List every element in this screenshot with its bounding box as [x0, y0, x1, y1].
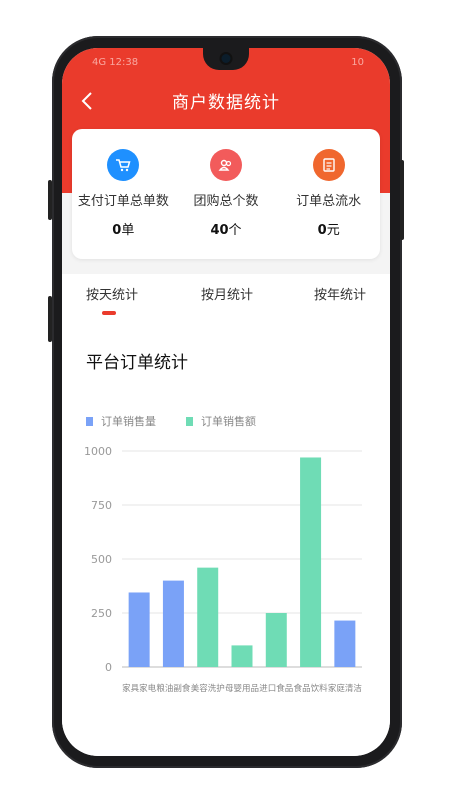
x-tick-label: 进口食品 [259, 683, 293, 694]
stat-label: 订单总流水 [296, 194, 362, 209]
y-tick-label: 500 [91, 553, 112, 566]
y-tick-label: 750 [91, 499, 112, 512]
app-screen: 4G 12:38 10 商户数据统计 支付订单总单数 0单 团购总个数 40个 [62, 48, 390, 756]
nav-bar: 商户数据统计 [62, 80, 390, 120]
cart-icon [107, 149, 140, 181]
bar [265, 613, 287, 667]
y-tick-label: 250 [91, 607, 112, 620]
period-tabs: 按天统计 按月统计 按年统计 [62, 274, 390, 324]
stat-paid-orders[interactable]: 支付订单总单数 0单 [72, 129, 175, 259]
tab-month[interactable]: 按月统计 [201, 284, 253, 303]
chart-legend: 订单销售量 订单销售额 [86, 413, 286, 429]
legend-swatch [186, 416, 193, 426]
x-tick-label: 美容洗护 [191, 683, 225, 694]
tab-day[interactable]: 按天统计 [86, 284, 138, 303]
ledger-icon [312, 149, 345, 181]
tab-active-indicator [102, 311, 116, 315]
bar [197, 567, 219, 667]
y-tick-label: 0 [105, 661, 112, 674]
legend-item[interactable]: 订单销售量 [86, 413, 156, 429]
x-tick-label: 食品饮料 [294, 683, 329, 694]
volume-button [48, 180, 52, 220]
legend-swatch [86, 416, 93, 426]
group-icon [210, 149, 242, 181]
x-tick-label: 家庭清洁 [328, 683, 363, 694]
summary-card: 支付订单总单数 0单 团购总个数 40个 订单总流水 0元 [72, 129, 380, 259]
legend-label: 订单销售量 [101, 415, 156, 428]
bar [128, 592, 150, 667]
x-tick-label: 粮油副食 [156, 683, 191, 694]
power-button [48, 296, 52, 342]
status-left: 4G 12:38 [92, 56, 139, 68]
chart-title: 平台订单统计 [86, 353, 188, 373]
stat-value: 0单 [112, 223, 135, 238]
side-key [400, 160, 404, 240]
legend-item[interactable]: 订单销售额 [186, 413, 256, 429]
x-tick-label: 家具家电 [122, 683, 157, 694]
y-tick-label: 1000 [84, 445, 112, 458]
stat-label: 团购总个数 [193, 194, 259, 209]
page-title: 商户数据统计 [172, 93, 280, 113]
bar [162, 580, 184, 667]
chart-card: 平台订单统计 订单销售量 订单销售额 0 250 500 750 1000 家具家电 粮油副… [62, 324, 390, 756]
x-tick-label: 母婴用品 [225, 684, 259, 694]
stat-group-buy[interactable]: 团购总个数 40个 [175, 129, 278, 259]
bar [334, 620, 356, 667]
bar-chart: 0 250 500 750 1000 家具家电 粮油副食 美容洗护 母婴用品 进口食品 食品饮料 家庭… [84, 445, 363, 694]
stat-label: 支付订单总单数 [77, 194, 169, 209]
camera-icon [221, 54, 231, 63]
bar [231, 645, 253, 667]
tab-year[interactable]: 按年统计 [314, 284, 366, 303]
stat-value: 0元 [317, 223, 340, 238]
legend-label: 订单销售额 [201, 415, 256, 428]
notch [203, 48, 249, 70]
status-right: 10 [351, 56, 364, 68]
bar [300, 457, 322, 667]
stat-revenue[interactable]: 订单总流水 0元 [277, 129, 380, 259]
stat-value: 40个 [210, 223, 242, 238]
